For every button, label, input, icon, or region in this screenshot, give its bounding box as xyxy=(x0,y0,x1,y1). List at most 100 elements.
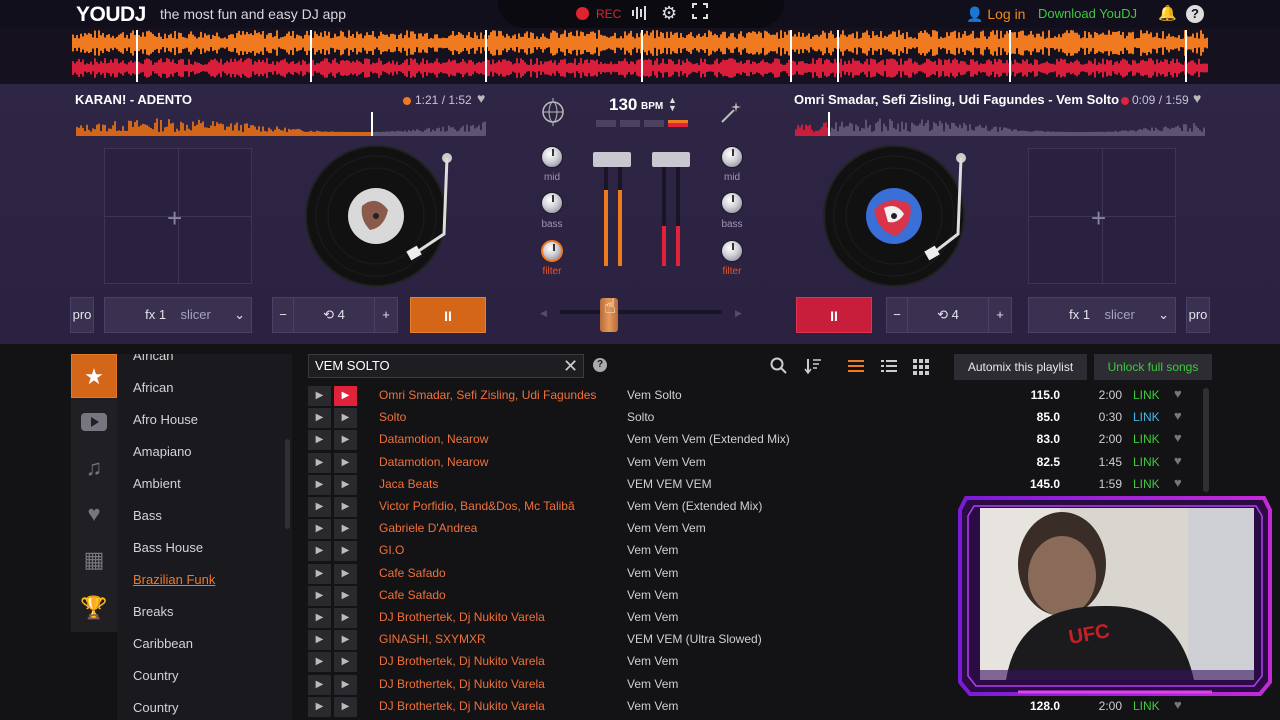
download-link[interactable]: Download YouDJ xyxy=(1038,6,1137,21)
bell-icon[interactable]: 🔔 xyxy=(1158,4,1177,22)
heart-icon[interactable]: ♥ xyxy=(1174,475,1182,490)
track-link[interactable]: LINK xyxy=(1133,410,1160,424)
left-pro-button[interactable]: pro xyxy=(70,297,94,333)
right-loop-plus[interactable]: + xyxy=(988,297,1012,333)
left-bass-knob[interactable] xyxy=(541,192,563,214)
grid-icon[interactable]: ▦ xyxy=(71,538,117,582)
left-deck-waveform[interactable] xyxy=(76,112,486,136)
overview-waveform-graphic[interactable] xyxy=(72,30,1208,82)
load-deck-play-icon[interactable]: ▶ xyxy=(334,652,357,673)
preview-play-icon[interactable]: ▶ xyxy=(308,452,331,473)
left-loop-display[interactable]: ⟲ 4 xyxy=(294,297,374,333)
search-input[interactable]: VEM SOLTO xyxy=(308,354,584,378)
bpm-value[interactable]: 130 xyxy=(609,95,637,115)
fullscreen-icon[interactable] xyxy=(692,3,708,24)
track-row[interactable]: ▶ ▶ Solto Solto 85.0 0:30 LINK ♥ xyxy=(308,407,1208,429)
right-pause-button[interactable]: II xyxy=(796,297,872,333)
genre-item[interactable]: Ambient xyxy=(133,476,181,491)
genre-item[interactable]: African xyxy=(133,380,173,395)
preview-play-icon[interactable]: ▶ xyxy=(308,630,331,651)
track-link[interactable]: LINK xyxy=(1133,432,1160,446)
record-icon[interactable] xyxy=(576,7,589,20)
right-fx-select[interactable]: fx 1 slicer ⌄ xyxy=(1028,297,1176,333)
preview-play-icon[interactable]: ▶ xyxy=(308,541,331,562)
trophy-icon[interactable]: 🏆 xyxy=(71,586,117,630)
left-deck-heart-icon[interactable]: ♥ xyxy=(477,90,485,106)
youtube-icon[interactable] xyxy=(71,400,117,444)
track-list-scrollbar[interactable] xyxy=(1203,388,1209,492)
load-deck-play-icon[interactable]: ▶ xyxy=(334,386,357,406)
track-link[interactable]: LINK xyxy=(1133,477,1160,491)
left-turntable[interactable] xyxy=(300,144,470,292)
left-filter-knob[interactable] xyxy=(541,240,563,262)
load-deck-play-icon[interactable]: ▶ xyxy=(334,674,357,695)
heart-icon[interactable]: ♥ xyxy=(71,492,117,536)
left-loop-plus[interactable]: + xyxy=(374,297,398,333)
search-icon[interactable] xyxy=(770,357,788,380)
right-filter-knob[interactable] xyxy=(721,240,743,262)
star-icon[interactable]: ★ xyxy=(71,354,117,398)
preview-play-icon[interactable]: ▶ xyxy=(308,696,331,717)
channel-faders[interactable] xyxy=(590,150,694,270)
track-row[interactable]: ▶ ▶ DJ Brothertek, Dj Nukito Varela Vem Vem… xyxy=(308,696,1208,718)
bpm-arrows-icon[interactable]: ▲ ▼ xyxy=(668,96,677,113)
genre-item[interactable]: Afro House xyxy=(133,412,198,427)
genre-item[interactable]: Caribbean xyxy=(133,636,193,651)
heart-icon[interactable]: ♥ xyxy=(1174,453,1182,468)
genre-item[interactable]: Country xyxy=(133,700,179,715)
settings-gear-icon[interactable]: ⚙ xyxy=(661,3,677,24)
preview-play-icon[interactable]: ▶ xyxy=(308,497,331,517)
left-loop-minus[interactable]: − xyxy=(272,297,294,333)
heart-icon[interactable]: ♥ xyxy=(1174,386,1182,401)
left-pause-button[interactable]: II xyxy=(410,297,486,333)
load-deck-play-icon[interactable]: ▶ xyxy=(334,696,357,717)
right-pro-button[interactable]: pro xyxy=(1186,297,1210,333)
load-deck-play-icon[interactable]: ▶ xyxy=(334,497,357,517)
genre-scrollbar[interactable] xyxy=(285,439,290,529)
load-deck-play-icon[interactable]: ▶ xyxy=(334,408,357,429)
fx-wand-icon[interactable] xyxy=(718,100,744,126)
genre-item[interactable]: Amapiano xyxy=(133,444,192,459)
app-logo[interactable]: YOUDJ xyxy=(76,3,146,27)
heart-icon[interactable]: ♥ xyxy=(1174,430,1182,445)
track-link[interactable]: LINK xyxy=(1133,455,1160,469)
detail-list-icon[interactable] xyxy=(880,357,898,380)
left-mid-knob[interactable] xyxy=(541,146,563,168)
login-link[interactable]: 👤 Log in xyxy=(966,6,1025,23)
music-note-icon[interactable]: ♫ xyxy=(71,446,117,490)
right-loop-display[interactable]: ⟲ 4 xyxy=(908,297,988,333)
right-bass-knob[interactable] xyxy=(721,192,743,214)
load-deck-play-icon[interactable]: ▶ xyxy=(334,541,357,562)
track-row[interactable]: ▶ ▶ Datamotion, Nearow Vem Vem Vem (Extende… xyxy=(308,429,1208,451)
genre-item[interactable]: Country xyxy=(133,668,179,683)
clear-search-icon[interactable]: ✕ xyxy=(563,356,578,377)
load-deck-play-icon[interactable]: ▶ xyxy=(334,630,357,651)
unlock-songs-button[interactable]: Unlock full songs xyxy=(1094,354,1212,380)
load-deck-play-icon[interactable]: ▶ xyxy=(334,519,357,540)
right-turntable[interactable] xyxy=(818,144,988,292)
waveform-icon[interactable] xyxy=(631,5,649,26)
preview-play-icon[interactable]: ▶ xyxy=(308,563,331,584)
right-deck-heart-icon[interactable]: ♥ xyxy=(1193,90,1201,106)
load-deck-play-icon[interactable]: ▶ xyxy=(334,452,357,473)
preview-play-icon[interactable]: ▶ xyxy=(308,430,331,451)
track-row[interactable]: ▶ ▶ Jaca Beats VEM VEM VEM 145.0 1:59 LINK ♥ xyxy=(308,474,1208,496)
load-deck-play-icon[interactable]: ▶ xyxy=(334,585,357,606)
load-deck-play-icon[interactable]: ▶ xyxy=(334,563,357,584)
sync-globe-icon[interactable] xyxy=(539,98,567,126)
sort-icon[interactable] xyxy=(804,357,822,380)
preview-play-icon[interactable]: ▶ xyxy=(308,652,331,673)
record-label[interactable]: REC xyxy=(596,7,621,21)
genre-item[interactable]: Bass xyxy=(133,508,162,523)
genre-item[interactable]: Bass House xyxy=(133,540,203,555)
track-row[interactable]: ▶ ▶ Omri Smadar, Sefi Zisling, Udi Fagunde… xyxy=(308,385,1208,407)
load-deck-play-icon[interactable]: ▶ xyxy=(334,474,357,495)
search-help-icon[interactable]: ? xyxy=(593,358,607,372)
load-deck-play-icon[interactable]: ▶ xyxy=(334,430,357,451)
overview-waveforms[interactable] xyxy=(0,28,1280,84)
genre-item[interactable]: African xyxy=(133,354,173,363)
heart-icon[interactable]: ♥ xyxy=(1174,408,1182,423)
genre-item[interactable]: Brazilian Funk xyxy=(133,572,215,587)
right-deck-waveform[interactable] xyxy=(795,112,1205,136)
preview-play-icon[interactable]: ▶ xyxy=(308,519,331,540)
